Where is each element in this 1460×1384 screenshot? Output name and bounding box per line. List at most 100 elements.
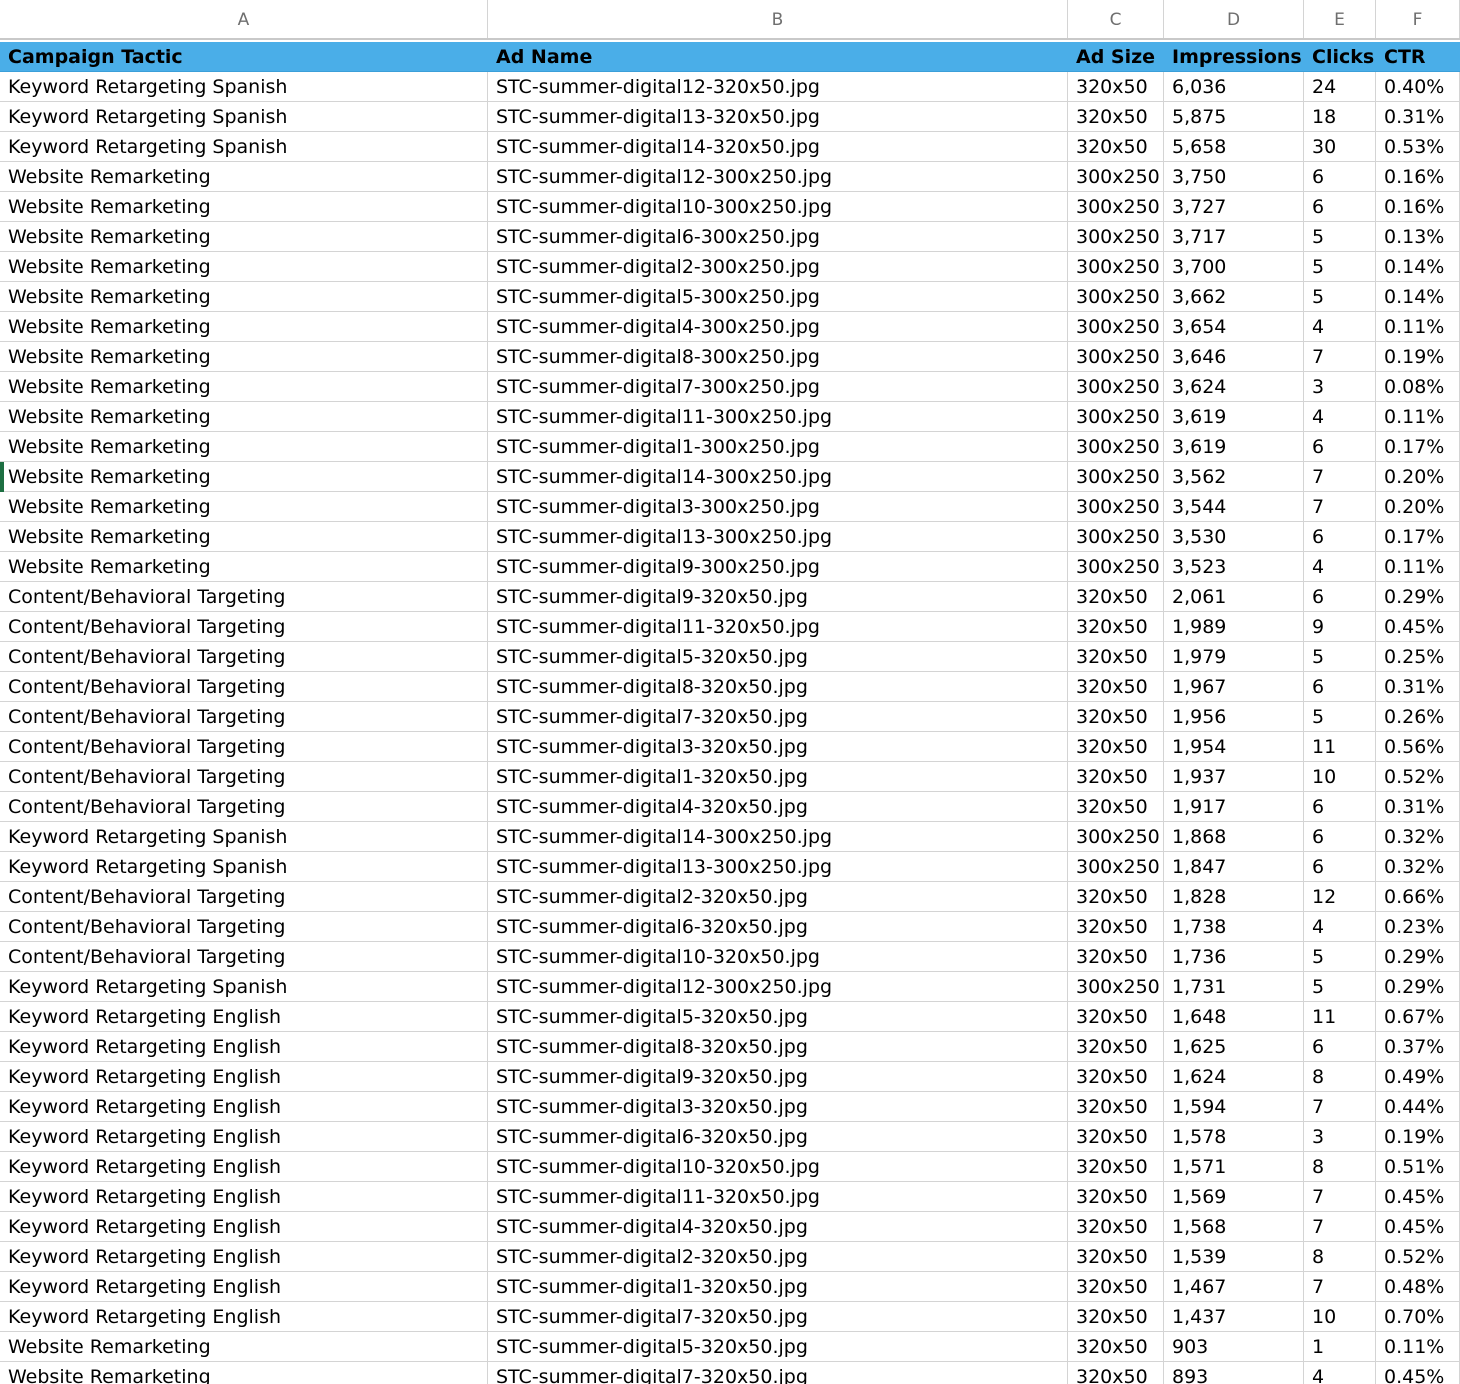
ctr-cell[interactable]: 0.20% [1376,462,1460,491]
impressions-cell[interactable]: 3,523 [1164,552,1304,581]
clicks-cell[interactable]: 4 [1304,312,1376,341]
ad-name-cell[interactable]: STC-summer-digital4-320x50.jpg [488,1212,1068,1241]
clicks-cell[interactable]: 6 [1304,432,1376,461]
impressions-cell[interactable]: 1,578 [1164,1122,1304,1151]
impressions-cell[interactable]: 3,654 [1164,312,1304,341]
campaign-tactic-cell[interactable]: Website Remarketing [0,1332,488,1361]
ad-name-cell[interactable]: STC-summer-digital9-320x50.jpg [488,1062,1068,1091]
clicks-cell[interactable]: 11 [1304,732,1376,761]
ad-size-cell[interactable]: 320x50 [1068,102,1164,131]
campaign-tactic-cell[interactable]: Content/Behavioral Targeting [0,702,488,731]
ad-name-cell[interactable]: STC-summer-digital3-320x50.jpg [488,732,1068,761]
campaign-tactic-cell[interactable]: Content/Behavioral Targeting [0,882,488,911]
ad-size-cell[interactable]: 320x50 [1068,1242,1164,1271]
ad-name-cell[interactable]: STC-summer-digital2-320x50.jpg [488,1242,1068,1271]
ad-name-cell[interactable]: STC-summer-digital4-320x50.jpg [488,792,1068,821]
ad-size-cell[interactable]: 320x50 [1068,1032,1164,1061]
ad-name-cell[interactable]: STC-summer-digital5-320x50.jpg [488,1332,1068,1361]
ad-size-cell[interactable]: 300x250 [1068,492,1164,521]
ad-size-cell[interactable]: 320x50 [1068,642,1164,671]
ad-size-cell[interactable]: 320x50 [1068,72,1164,101]
ad-name-cell[interactable]: STC-summer-digital5-320x50.jpg [488,642,1068,671]
ctr-cell[interactable]: 0.29% [1376,582,1460,611]
ctr-cell[interactable]: 0.67% [1376,1002,1460,1031]
impressions-cell[interactable]: 1,738 [1164,912,1304,941]
ad-name-cell[interactable]: STC-summer-digital7-320x50.jpg [488,702,1068,731]
column-header-f[interactable]: F [1376,0,1460,38]
ad-name-cell[interactable]: STC-summer-digital14-300x250.jpg [488,822,1068,851]
impressions-cell[interactable]: 3,717 [1164,222,1304,251]
campaign-tactic-cell[interactable]: Keyword Retargeting English [0,1182,488,1211]
ad-size-cell[interactable]: 300x250 [1068,972,1164,1001]
ad-name-cell[interactable]: STC-summer-digital12-320x50.jpg [488,72,1068,101]
ctr-cell[interactable]: 0.11% [1376,1332,1460,1361]
campaign-tactic-cell[interactable]: Keyword Retargeting Spanish [0,822,488,851]
ad-name-cell[interactable]: STC-summer-digital11-300x250.jpg [488,402,1068,431]
clicks-cell[interactable]: 6 [1304,822,1376,851]
ad-name-cell[interactable]: STC-summer-digital8-300x250.jpg [488,342,1068,371]
impressions-cell[interactable]: 3,562 [1164,462,1304,491]
ctr-cell[interactable]: 0.53% [1376,132,1460,161]
ctr-cell[interactable]: 0.17% [1376,432,1460,461]
ctr-cell[interactable]: 0.29% [1376,942,1460,971]
ad-size-cell[interactable]: 320x50 [1068,672,1164,701]
ad-name-cell[interactable]: STC-summer-digital13-320x50.jpg [488,102,1068,131]
campaign-tactic-cell[interactable]: Keyword Retargeting Spanish [0,102,488,131]
ctr-cell[interactable]: 0.20% [1376,492,1460,521]
ad-size-cell[interactable]: 300x250 [1068,312,1164,341]
clicks-cell[interactable]: 7 [1304,492,1376,521]
ctr-cell[interactable]: 0.45% [1376,1212,1460,1241]
ctr-cell[interactable]: 0.70% [1376,1302,1460,1331]
campaign-tactic-cell[interactable]: Keyword Retargeting English [0,1032,488,1061]
clicks-cell[interactable]: 3 [1304,372,1376,401]
clicks-cell[interactable]: 3 [1304,1122,1376,1151]
ad-name-cell[interactable]: STC-summer-digital13-300x250.jpg [488,852,1068,881]
ad-size-cell[interactable]: 320x50 [1068,1212,1164,1241]
clicks-cell[interactable]: 5 [1304,642,1376,671]
impressions-cell[interactable]: 1,648 [1164,1002,1304,1031]
clicks-cell[interactable]: 6 [1304,162,1376,191]
ctr-cell[interactable]: 0.16% [1376,192,1460,221]
impressions-cell[interactable]: 1,568 [1164,1212,1304,1241]
campaign-tactic-cell[interactable]: Content/Behavioral Targeting [0,912,488,941]
ad-name-cell[interactable]: STC-summer-digital9-320x50.jpg [488,582,1068,611]
ad-size-cell[interactable]: 320x50 [1068,732,1164,761]
campaign-tactic-cell[interactable]: Keyword Retargeting English [0,1062,488,1091]
clicks-cell[interactable]: 9 [1304,612,1376,641]
clicks-cell[interactable]: 6 [1304,192,1376,221]
ad-name-cell[interactable]: STC-summer-digital8-320x50.jpg [488,672,1068,701]
ad-name-cell[interactable]: STC-summer-digital8-320x50.jpg [488,1032,1068,1061]
ctr-cell[interactable]: 0.17% [1376,522,1460,551]
clicks-cell[interactable]: 6 [1304,1032,1376,1061]
ad-size-cell[interactable]: 320x50 [1068,132,1164,161]
impressions-cell[interactable]: 3,700 [1164,252,1304,281]
ctr-cell[interactable]: 0.45% [1376,1362,1460,1384]
clicks-cell[interactable]: 8 [1304,1242,1376,1271]
column-header-e[interactable]: E [1304,0,1376,38]
ctr-cell[interactable]: 0.08% [1376,372,1460,401]
ctr-cell[interactable]: 0.13% [1376,222,1460,251]
campaign-tactic-cell[interactable]: Keyword Retargeting English [0,1092,488,1121]
clicks-cell[interactable]: 11 [1304,1002,1376,1031]
campaign-tactic-cell[interactable]: Website Remarketing [0,492,488,521]
campaign-tactic-cell[interactable]: Website Remarketing [0,162,488,191]
column-header-d[interactable]: D [1164,0,1304,38]
impressions-cell[interactable]: 5,875 [1164,102,1304,131]
impressions-cell[interactable]: 3,646 [1164,342,1304,371]
impressions-cell[interactable]: 1,569 [1164,1182,1304,1211]
ctr-cell[interactable]: 0.32% [1376,822,1460,851]
impressions-cell[interactable]: 1,956 [1164,702,1304,731]
ad-name-cell[interactable]: STC-summer-digital1-300x250.jpg [488,432,1068,461]
ctr-cell[interactable]: 0.19% [1376,1122,1460,1151]
clicks-cell[interactable]: 7 [1304,342,1376,371]
impressions-cell[interactable]: 3,727 [1164,192,1304,221]
ad-size-cell[interactable]: 320x50 [1068,1362,1164,1384]
ad-size-cell[interactable]: 320x50 [1068,582,1164,611]
ad-size-cell[interactable]: 320x50 [1068,1272,1164,1301]
campaign-tactic-cell[interactable]: Keyword Retargeting Spanish [0,852,488,881]
ad-size-cell[interactable]: 300x250 [1068,522,1164,551]
ctr-cell[interactable]: 0.40% [1376,72,1460,101]
ctr-cell[interactable]: 0.56% [1376,732,1460,761]
impressions-cell[interactable]: 3,662 [1164,282,1304,311]
campaign-tactic-cell[interactable]: Website Remarketing [0,372,488,401]
